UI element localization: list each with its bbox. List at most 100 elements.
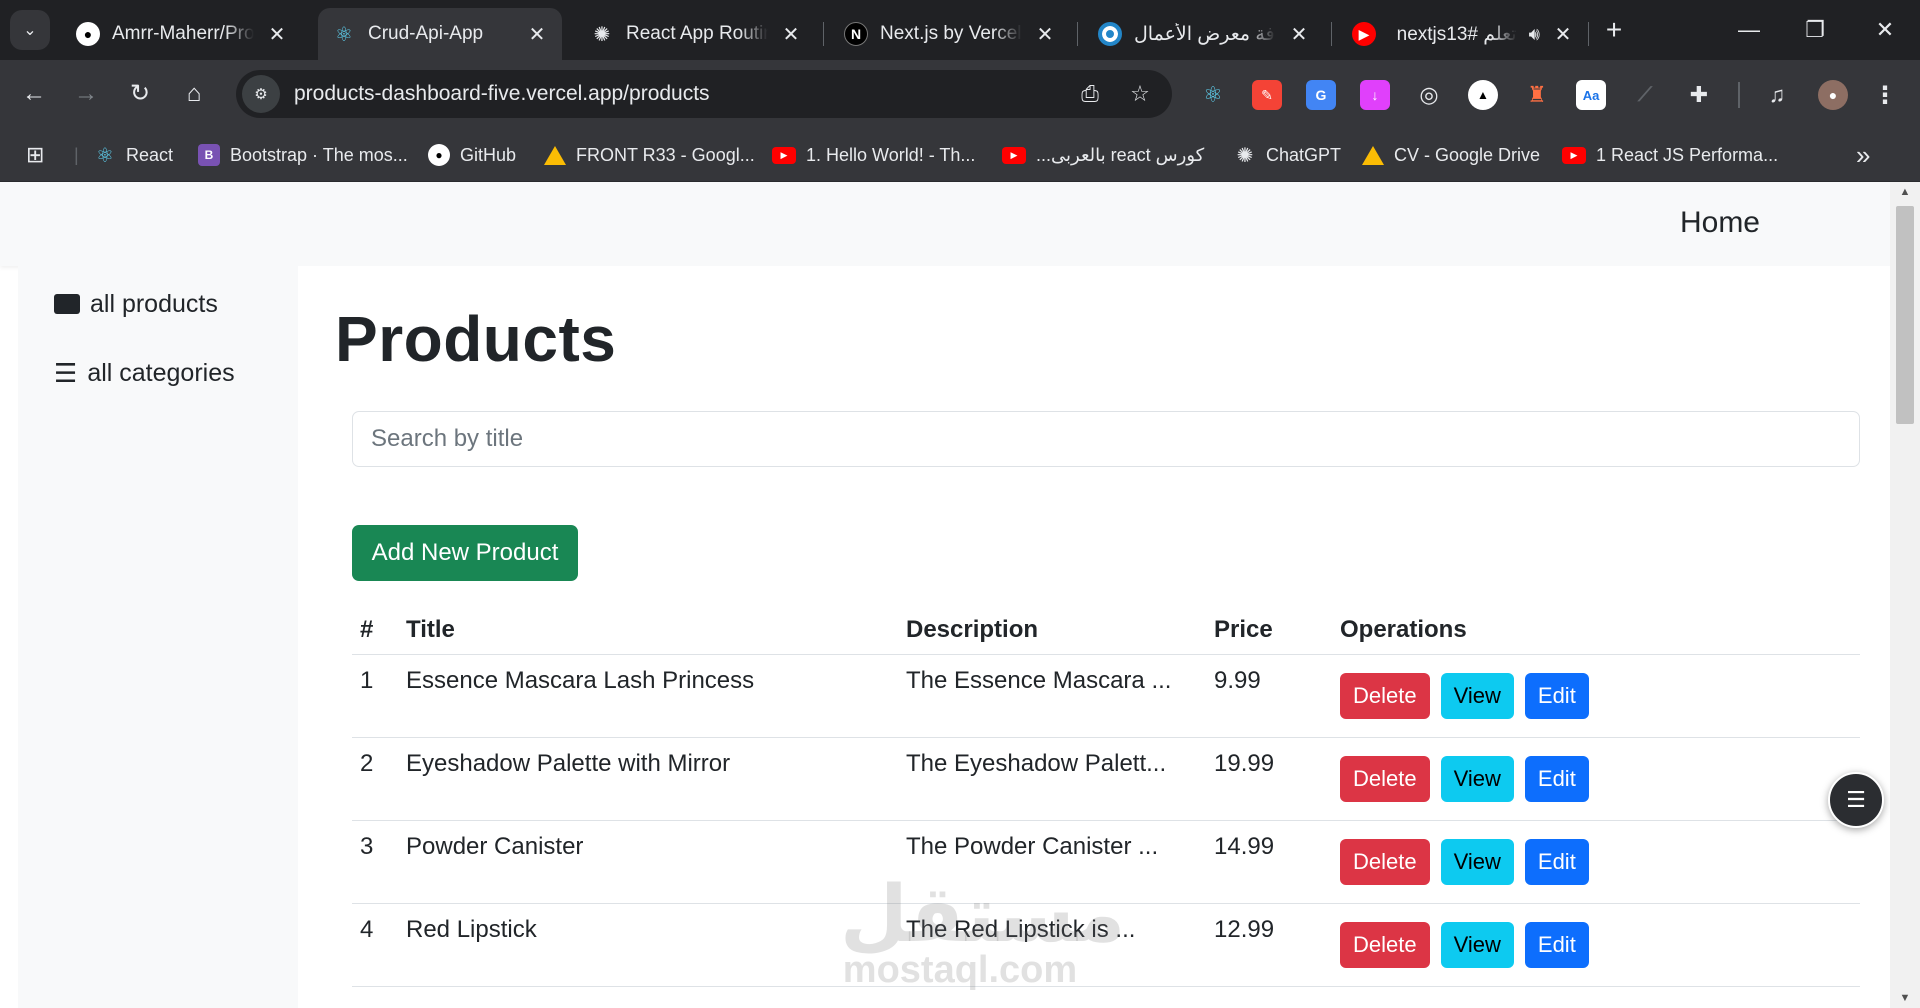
bookmark-star-icon[interactable]: ☆ [1122, 76, 1158, 112]
view-button[interactable]: View [1440, 839, 1514, 885]
back-button[interactable]: ← [16, 76, 52, 112]
close-icon[interactable]: ✕ [526, 22, 548, 47]
bookmark-label: ChatGPT [1266, 144, 1342, 165]
speaker-icon[interactable]: 🔊︎ [1529, 24, 1540, 45]
tab-separator [1077, 22, 1078, 46]
github-icon: ● [76, 22, 100, 46]
bookmark-label: 1. Hello World! - Th... [806, 144, 976, 165]
tab-github[interactable]: ● Amrr-Maherr/Products-Dash ✕ [62, 8, 302, 60]
tab-title: Crud-Api-App [368, 23, 484, 44]
scroll-up-arrow-icon[interactable]: ▲ [1890, 182, 1920, 202]
top-navbar: Home [0, 182, 1890, 266]
close-icon[interactable]: ✕ [1552, 22, 1574, 47]
bookmark-react-course[interactable]: ▶ كورس react بالعربى... [1002, 140, 1204, 170]
sidebar: all products ☰ all categories [18, 266, 298, 1008]
cell-id: 4 [352, 903, 398, 987]
reload-button[interactable]: ↻ [122, 76, 158, 112]
view-button[interactable]: View [1440, 756, 1514, 802]
tab-separator [823, 22, 824, 46]
delete-button[interactable]: Delete [1340, 756, 1430, 802]
nextjs-icon: N [844, 22, 868, 46]
edit-button[interactable]: Edit [1524, 756, 1589, 802]
react-devtools-icon[interactable]: ⚛ [1198, 80, 1228, 110]
tab-crud-api-app[interactable]: ⚛ Crud-Api-App ✕ [318, 8, 562, 60]
close-window-button[interactable]: ✕ [1860, 10, 1910, 50]
cell-operations: Delete View Edit [1332, 903, 1860, 987]
address-bar[interactable]: ⚙ products-dashboard-five.vercel.app/pro… [236, 70, 1172, 118]
disabled-extension-icon[interactable]: ⟋ [1630, 80, 1660, 110]
bookmark-front-r33[interactable]: FRONT R33 - Googl... [544, 140, 755, 170]
scrollbar-thumb[interactable] [1896, 206, 1914, 424]
page-scrollbar[interactable]: ▲ ▼ [1890, 182, 1920, 1008]
floating-list-button[interactable]: ☰ [1828, 772, 1884, 828]
bookmark-cv-drive[interactable]: CV - Google Drive [1362, 140, 1540, 170]
install-app-icon[interactable]: ⎙ [1072, 76, 1108, 112]
react-icon: ⚛ [335, 23, 353, 46]
media-control-icon[interactable]: ♫ [1762, 80, 1792, 110]
bookmark-react[interactable]: ⚛ React [94, 140, 173, 170]
extensions-puzzle-icon[interactable]: ✚ [1684, 80, 1714, 110]
tab-search-button[interactable]: ⌄ [10, 10, 50, 50]
view-button[interactable]: View [1440, 673, 1514, 719]
home-button[interactable]: ⌂ [176, 76, 212, 112]
scroll-down-arrow-icon[interactable]: ▼ [1890, 988, 1920, 1008]
character-extension-icon[interactable]: ♜ [1522, 80, 1552, 110]
tab-nextjs[interactable]: N Next.js by Vercel - The React ✕ [830, 8, 1070, 60]
minimize-button[interactable]: — [1724, 10, 1774, 50]
view-button[interactable]: View [1440, 922, 1514, 968]
target-extension-icon[interactable]: ◎ [1414, 80, 1444, 110]
more-menu-icon[interactable]: ⋮ [1870, 80, 1900, 110]
add-new-product-button[interactable]: Add New Product [352, 525, 578, 581]
sidebar-item-all-products[interactable]: all products [54, 290, 218, 319]
table-header-row: # Title Description Price Operations [352, 604, 1860, 655]
cell-title: Red Lipstick [398, 903, 898, 987]
google-translate-icon[interactable]: G [1306, 80, 1336, 110]
search-input[interactable] [352, 411, 1860, 467]
list-settings-icon: ☰ [1846, 787, 1866, 812]
edit-button[interactable]: Edit [1524, 922, 1589, 968]
tab-react-routing[interactable]: ✺ React App Routing ✕ [576, 8, 816, 60]
cell-price: 19.99 [1206, 737, 1332, 821]
delete-button[interactable]: Delete [1340, 673, 1430, 719]
restore-button[interactable]: ❐ [1790, 10, 1840, 50]
delete-button[interactable]: Delete [1340, 839, 1430, 885]
close-icon[interactable]: ✕ [780, 22, 802, 47]
bookmark-hello-world[interactable]: ▶ 1. Hello World! - Th... [772, 140, 975, 170]
edit-button[interactable]: Edit [1524, 673, 1589, 719]
dictionary-extension-icon[interactable]: Aa [1576, 80, 1606, 110]
toolbar-separator [1738, 82, 1740, 108]
sidebar-item-all-categories[interactable]: ☰ all categories [54, 358, 235, 389]
download-extension-icon[interactable]: ↓ [1360, 80, 1390, 110]
delete-button[interactable]: Delete [1340, 922, 1430, 968]
edit-button[interactable]: Edit [1524, 839, 1589, 885]
site-info-icon[interactable]: ⚙ [242, 75, 280, 113]
color-picker-extension-icon[interactable]: ✎ [1252, 80, 1282, 110]
chatgpt-icon: ✺ [1236, 144, 1254, 167]
tab-title: React App Routing [626, 23, 768, 44]
close-icon[interactable]: ✕ [1288, 22, 1310, 47]
tab-youtube-nextjs[interactable]: ▶ تعلم nextjs13# 🔊︎ ✕ [1338, 8, 1588, 60]
cell-id: 2 [352, 737, 398, 821]
close-icon: ✕ [1875, 17, 1895, 42]
url-text[interactable]: products-dashboard-five.vercel.app/produ… [294, 82, 1072, 106]
bookmark-chatgpt[interactable]: ✺ ChatGPT [1234, 140, 1341, 170]
close-icon[interactable]: ✕ [1034, 22, 1056, 47]
bookmark-react-performance[interactable]: ▶ 1 React JS Performa... [1562, 140, 1778, 170]
chevron-down-icon: ⌄ [23, 22, 37, 39]
profile-avatar[interactable]: ● [1818, 80, 1848, 110]
table-row: 2 Eyeshadow Palette with Mirror The Eyes… [352, 737, 1860, 821]
tab-mostaql[interactable]: إضافة معرض الأعمال ✕ [1084, 8, 1324, 60]
mostaql-icon [1098, 22, 1122, 46]
column-header-id: # [352, 604, 398, 655]
cell-description: The Essence Mascara ... [898, 654, 1206, 738]
bookmark-github[interactable]: ● GitHub [428, 140, 516, 170]
forward-button[interactable]: → [68, 76, 104, 112]
close-icon[interactable]: ✕ [266, 22, 288, 47]
apps-grid-icon[interactable]: ⊞ [26, 140, 44, 170]
nav-home-link[interactable]: Home [1680, 206, 1760, 240]
bookmark-bootstrap[interactable]: B Bootstrap · The mos... [198, 140, 408, 170]
page-viewport: Home all products ☰ all categories Produ… [0, 182, 1890, 1008]
new-tab-button[interactable]: + [1598, 14, 1630, 46]
vercel-icon[interactable]: ▲ [1468, 80, 1498, 110]
more-bookmarks-button[interactable]: » [1856, 140, 1870, 170]
